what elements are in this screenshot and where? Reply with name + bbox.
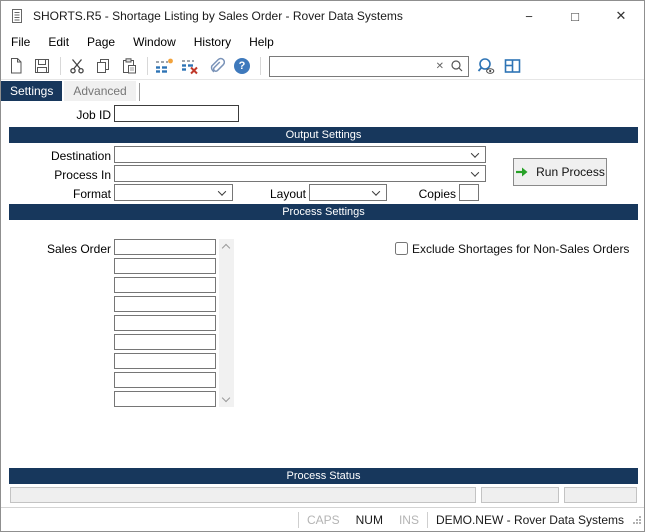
run-process-label: Run Process [536, 165, 605, 179]
scroll-down-icon[interactable] [221, 393, 231, 403]
new-document-icon[interactable] [4, 55, 28, 77]
process-status-field [10, 487, 476, 503]
sales-order-input[interactable] [114, 315, 216, 331]
copy-icon[interactable] [91, 55, 115, 77]
paste-icon[interactable] [117, 55, 141, 77]
exclude-shortages-label: Exclude Shortages for Non-Sales Orders [412, 242, 630, 256]
destination-dropdown[interactable] [114, 146, 486, 163]
num-indicator: NUM [355, 512, 383, 527]
scroll-up-icon[interactable] [221, 243, 231, 253]
close-button[interactable]: ✕ [598, 1, 644, 31]
job-id-label: Job ID [76, 108, 111, 122]
copies-label: Copies [418, 187, 456, 201]
menu-file[interactable]: File [2, 31, 39, 53]
layout-label: Layout [269, 187, 306, 201]
process-in-label: Process In [54, 168, 111, 182]
chevron-down-icon [470, 167, 480, 177]
sales-order-label: Sales Order [46, 242, 111, 256]
job-id-input[interactable] [114, 105, 239, 122]
toolbar-separator [60, 57, 61, 75]
sales-order-input[interactable] [114, 258, 216, 274]
caps-indicator: CAPS [306, 512, 340, 527]
toolbar-separator [147, 57, 148, 75]
sales-order-input[interactable] [114, 372, 216, 388]
search-clear-icon[interactable]: ✕ [431, 61, 449, 72]
title-bar: SHORTS.R5 - Shortage Listing by Sales Or… [1, 1, 644, 31]
help-icon[interactable]: ? [230, 55, 254, 77]
menu-window[interactable]: Window [124, 31, 185, 53]
tab-advanced[interactable]: Advanced [64, 81, 136, 101]
ins-indicator: INS [398, 512, 419, 527]
help-glyph: ? [234, 58, 250, 74]
menu-page[interactable]: Page [78, 31, 124, 53]
app-window: SHORTS.R5 - Shortage Listing by Sales Or… [0, 0, 645, 532]
exclude-shortages-checkbox[interactable] [395, 242, 408, 255]
sales-order-input[interactable] [114, 353, 216, 369]
tab-bar: Settings Advanced [1, 81, 140, 101]
copies-input[interactable] [459, 184, 479, 201]
delete-rows-icon[interactable] [178, 55, 202, 77]
status-bar: CAPS NUM INS DEMO.NEW - Rover Data Syste… [1, 507, 644, 531]
form-view-icon[interactable] [500, 55, 524, 77]
output-settings-header: Output Settings [9, 127, 638, 143]
process-status-fields [1, 487, 644, 503]
menu-help[interactable]: Help [240, 31, 283, 53]
menu-history[interactable]: History [185, 31, 240, 53]
sales-order-list [114, 239, 216, 410]
maximize-button[interactable]: □ [552, 1, 598, 31]
chevron-down-icon [470, 148, 480, 158]
toolbar-separator [260, 57, 261, 75]
tab-divider [138, 83, 140, 101]
sales-order-scrollbar[interactable] [219, 239, 234, 407]
format-label: Format [72, 187, 111, 201]
search-input[interactable] [270, 59, 431, 73]
sales-order-input[interactable] [114, 277, 216, 293]
search-icon[interactable] [449, 58, 465, 74]
sales-order-input[interactable] [114, 296, 216, 312]
process-settings-header: Process Settings [9, 204, 638, 220]
toolbar-search: ✕ [269, 55, 469, 77]
record-search-icon[interactable] [474, 55, 498, 77]
menu-bar: File Edit Page Window History Help [1, 31, 644, 53]
sales-order-input[interactable] [114, 334, 216, 350]
menu-edit[interactable]: Edit [39, 31, 78, 53]
run-arrow-icon [516, 167, 528, 177]
toolbar: ? ✕ [1, 53, 644, 80]
attachment-icon[interactable] [204, 55, 228, 77]
minimize-button[interactable]: − [506, 1, 552, 31]
app-document-icon [12, 9, 22, 23]
save-icon[interactable] [30, 55, 54, 77]
cut-icon[interactable] [65, 55, 89, 77]
destination-label: Destination [50, 149, 111, 163]
run-process-button[interactable]: Run Process [513, 158, 607, 186]
resize-grip[interactable] [632, 515, 642, 525]
process-in-dropdown[interactable] [114, 165, 486, 182]
session-label: DEMO.NEW - Rover Data Systems [435, 512, 624, 527]
insert-rows-icon[interactable] [152, 55, 176, 77]
tab-settings[interactable]: Settings [1, 81, 63, 101]
sales-order-input[interactable] [114, 239, 216, 255]
process-status-header: Process Status [9, 468, 638, 484]
sales-order-input[interactable] [114, 391, 216, 407]
process-status-field [481, 487, 559, 503]
process-status-field [564, 487, 637, 503]
window-title: SHORTS.R5 - Shortage Listing by Sales Or… [33, 9, 403, 23]
